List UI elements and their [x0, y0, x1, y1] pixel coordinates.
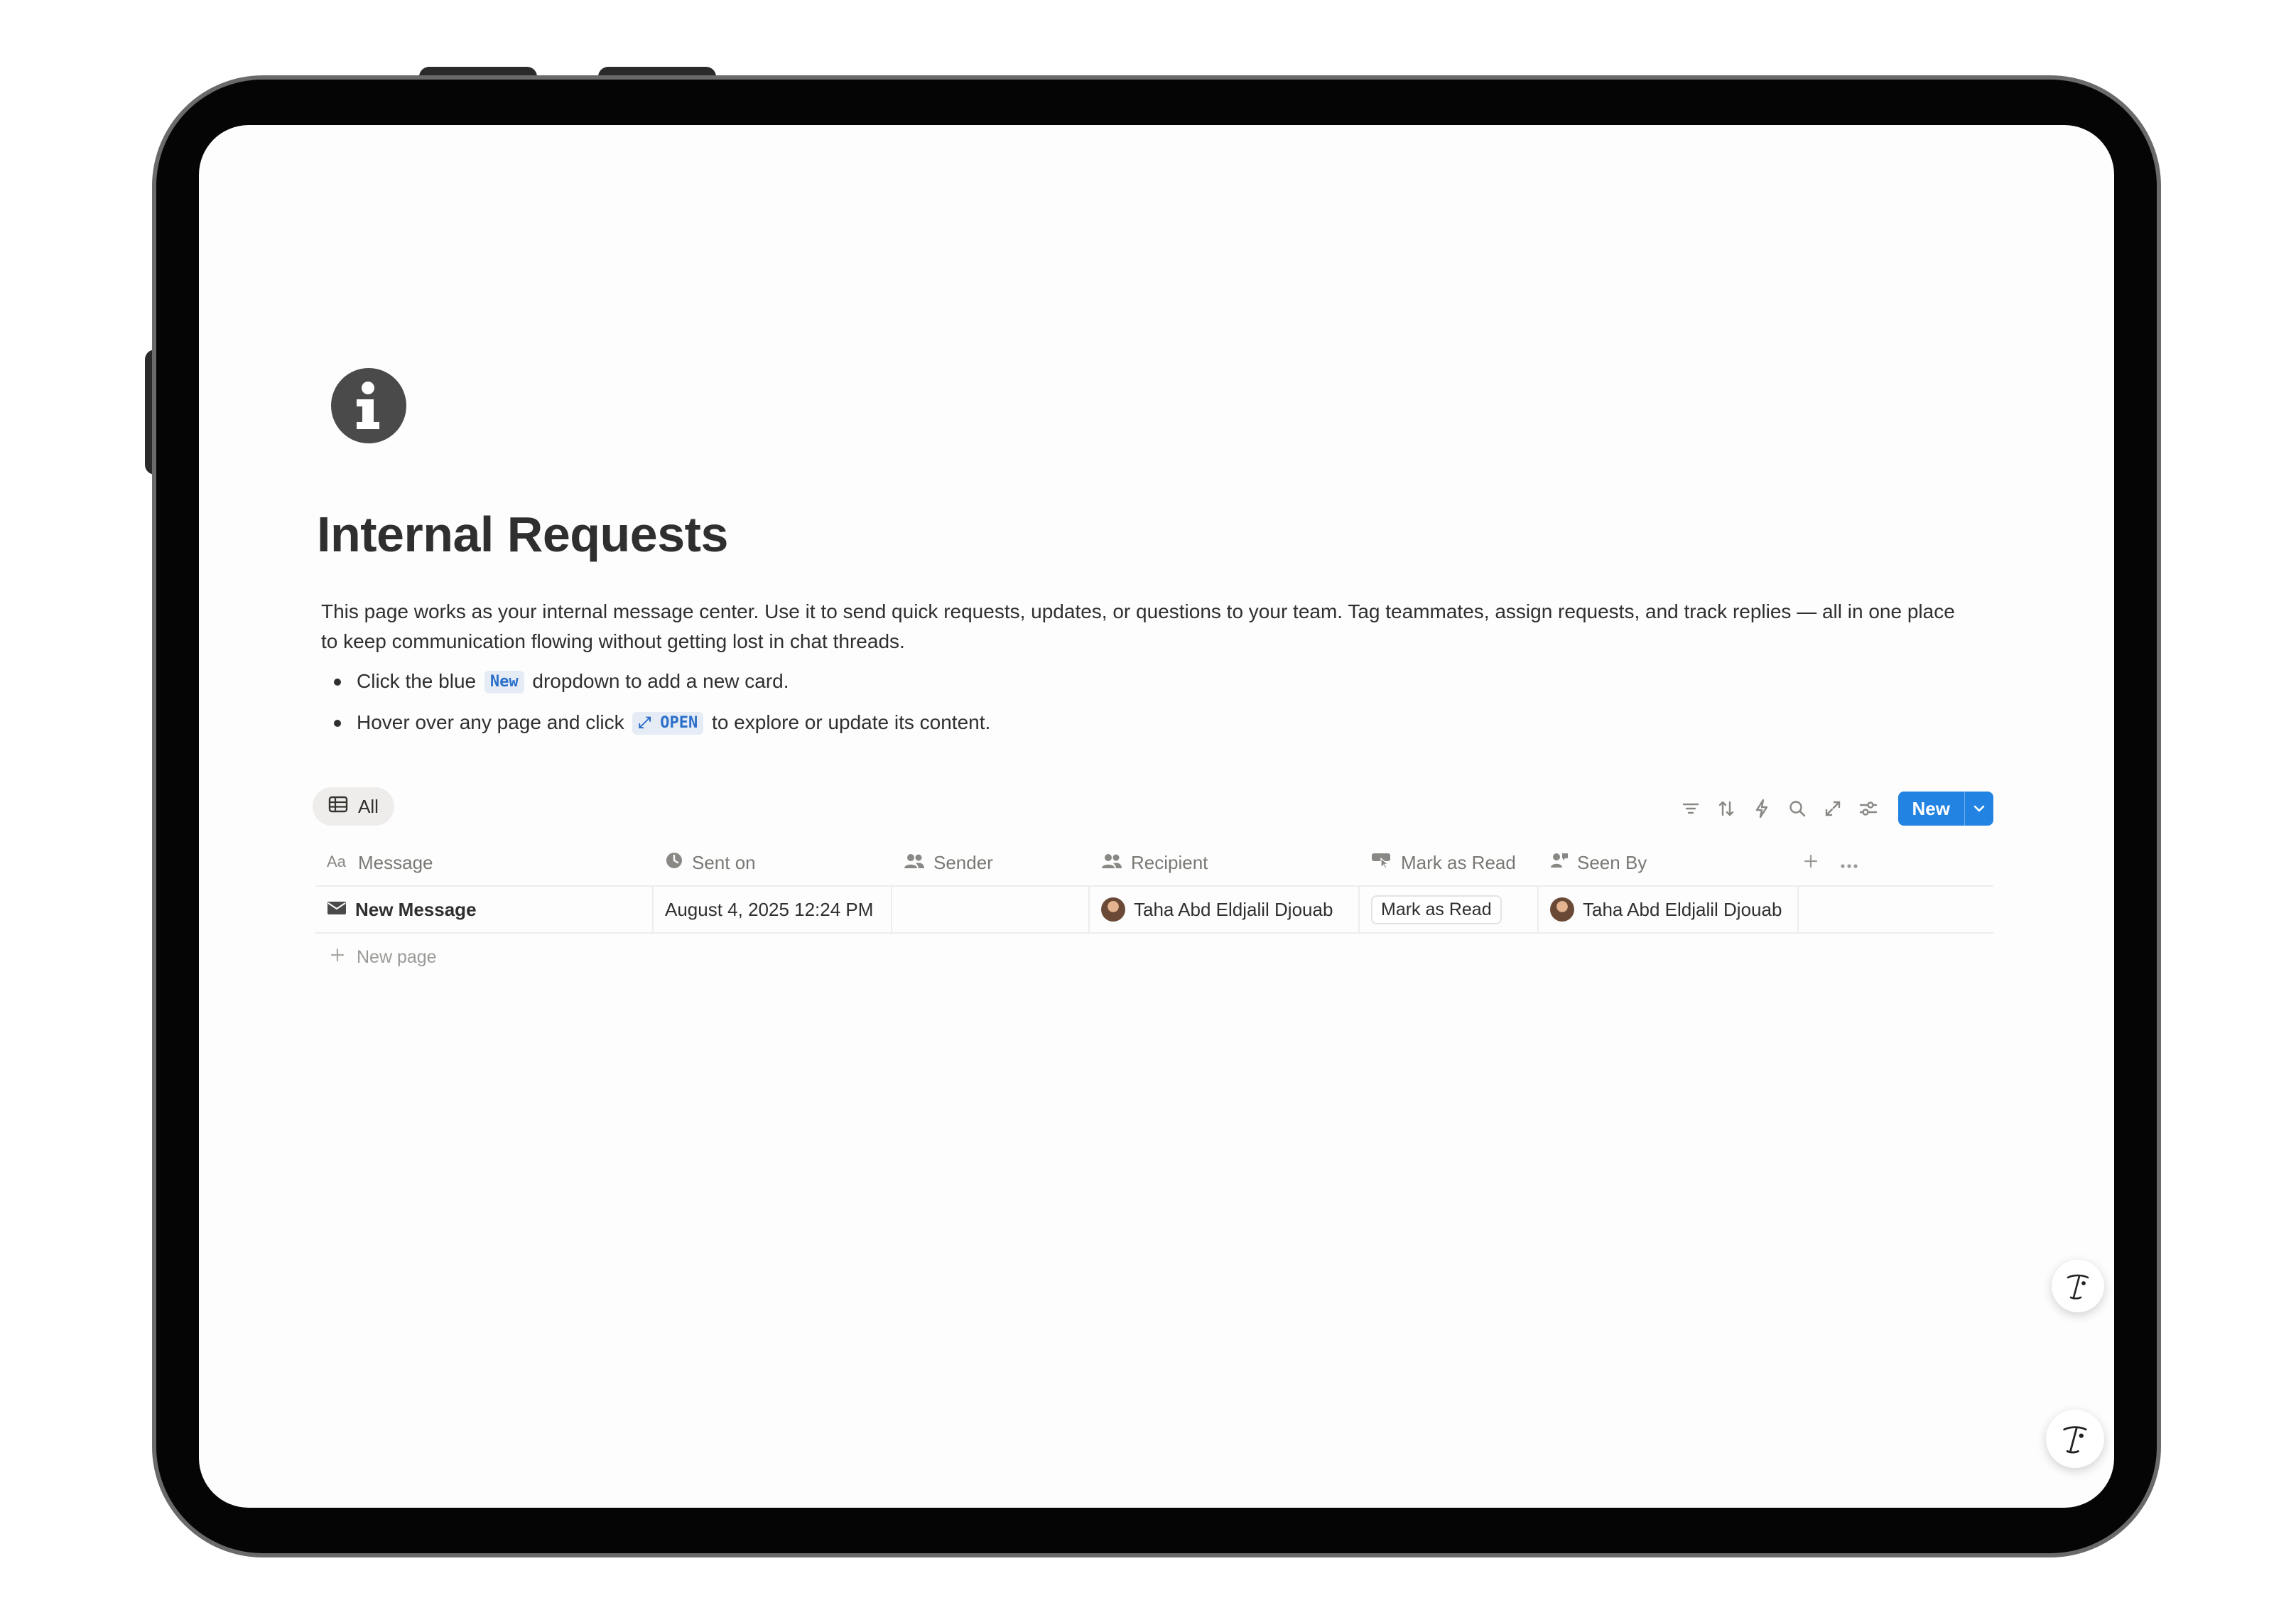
text-aa-icon: Aa [327, 852, 350, 874]
new-button-label[interactable]: New [1898, 792, 1964, 826]
mark-as-read-cell: Mark as Read [1360, 887, 1539, 932]
instruction-list: Click the blue New dropdown to add a new… [321, 666, 1955, 749]
column-header-sender[interactable]: Sender [892, 840, 1090, 885]
sort-icon[interactable] [1713, 796, 1739, 821]
column-header-message[interactable]: Aa Message [315, 840, 654, 885]
empty-cell [1799, 887, 1993, 932]
instruction-text: to explore or update its content. [712, 711, 991, 733]
instruction-text: dropdown to add a new card. [532, 670, 789, 692]
avatar [1550, 897, 1574, 922]
instruction-text: Hover over any page and click [357, 711, 624, 733]
view-tab-label: All [358, 795, 379, 817]
mark-as-read-button[interactable]: Mark as Read [1371, 895, 1502, 924]
column-header-recipient[interactable]: Recipient [1090, 840, 1360, 885]
new-page-button[interactable]: New page [315, 934, 1993, 981]
column-header-seen-by[interactable]: Seen By [1539, 840, 1799, 885]
sender-cell[interactable] [892, 887, 1090, 932]
column-label: Message [358, 851, 433, 873]
requests-table: Aa Message Sent on Sender Recipient Mark… [315, 840, 1993, 981]
people-icon [1550, 852, 1569, 874]
chevron-down-icon[interactable] [1964, 792, 1993, 826]
expand-icon[interactable] [1820, 796, 1846, 821]
screen: Internal Requests This page works as you… [199, 125, 2114, 1508]
page-title: Internal Requests [317, 507, 728, 562]
new-page-label: New page [357, 946, 437, 967]
instruction-item: Click the blue New dropdown to add a new… [321, 666, 1955, 708]
new-button[interactable]: New [1897, 792, 1993, 826]
column-label: Sent on [692, 851, 756, 873]
svg-text:Aa: Aa [327, 853, 347, 869]
info-circle-icon[interactable] [331, 368, 406, 443]
column-label: Sender [933, 851, 993, 873]
column-header-actions [1799, 840, 1993, 885]
open-code-pill: ⤢ OPEN [632, 712, 704, 735]
filter-icon[interactable] [1678, 796, 1704, 821]
clock-icon [665, 851, 683, 875]
new-code-pill: New [484, 671, 524, 693]
message-cell[interactable]: New Message [315, 887, 654, 932]
database-toolbar: New [1678, 792, 1993, 826]
column-label: Mark as Read [1401, 851, 1516, 873]
plus-icon [330, 947, 345, 968]
envelope-icon [327, 899, 347, 921]
people-icon [904, 852, 925, 874]
people-icon [1101, 852, 1122, 874]
avatar [1101, 897, 1125, 922]
view-tab-all[interactable]: All [313, 787, 394, 826]
column-header-sent-on[interactable]: Sent on [654, 840, 892, 885]
instruction-text: Click the blue [357, 670, 477, 692]
seen-by-cell[interactable]: Taha Abd Eldjalil Djouab [1539, 887, 1799, 932]
seen-by-name: Taha Abd Eldjalil Djouab [1583, 898, 1782, 920]
tablet-frame: Internal Requests This page works as you… [156, 80, 2157, 1553]
sent-on-cell[interactable]: August 4, 2025 12:24 PM [654, 887, 892, 932]
page-description: This page works as your internal message… [321, 600, 1955, 652]
table-header: Aa Message Sent on Sender Recipient Mark… [315, 840, 1993, 887]
automation-bolt-icon[interactable] [1749, 796, 1775, 821]
assistant-face-icon[interactable] [2052, 1260, 2104, 1312]
recipient-cell[interactable]: Taha Abd Eldjalil Djouab [1090, 887, 1360, 932]
column-header-mark-as-read[interactable]: Mark as Read [1360, 840, 1539, 885]
button-click-icon [1371, 852, 1392, 874]
recipient-name: Taha Abd Eldjalil Djouab [1134, 898, 1333, 920]
more-options-icon[interactable] [1840, 852, 1858, 874]
settings-sliders-icon[interactable] [1856, 796, 1881, 821]
table-icon [328, 796, 348, 818]
add-column-icon[interactable] [1803, 852, 1819, 874]
column-label: Recipient [1131, 851, 1208, 873]
search-icon[interactable] [1785, 796, 1810, 821]
table-row[interactable]: New Message August 4, 2025 12:24 PM Taha… [315, 887, 1993, 934]
message-title[interactable]: New Message [355, 899, 477, 921]
column-label: Seen By [1577, 851, 1647, 873]
instruction-item: Hover over any page and click ⤢ OPEN to … [321, 708, 1955, 749]
assistant-face-icon[interactable] [2046, 1410, 2104, 1468]
